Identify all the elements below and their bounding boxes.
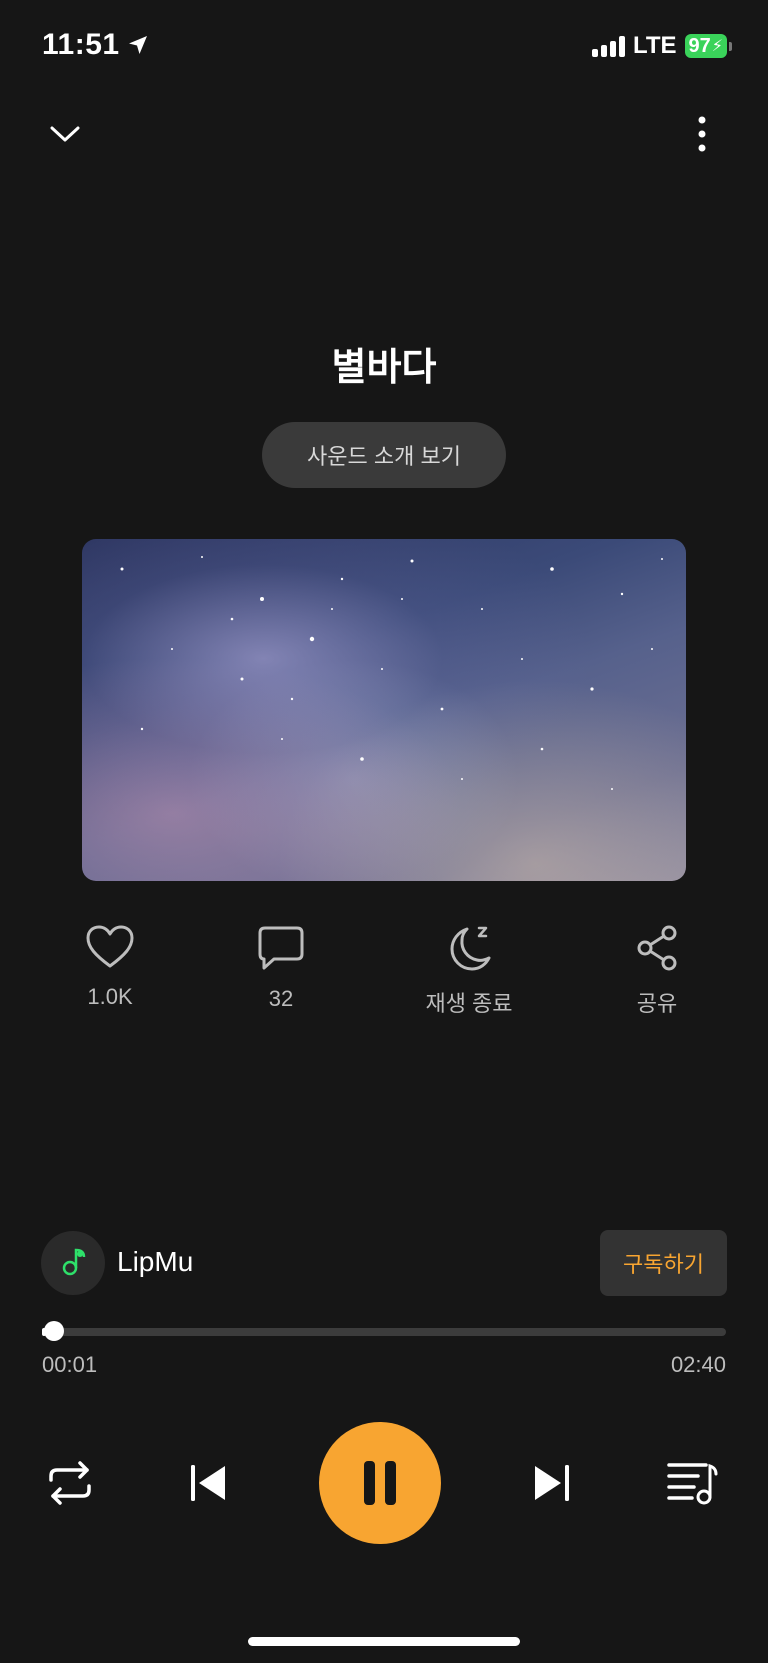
channel-name[interactable]: LipMu [117, 1246, 193, 1278]
status-time-text: 11:51 [42, 28, 120, 61]
share-action[interactable]: 공유 [577, 924, 737, 1018]
progress-knob[interactable] [44, 1321, 65, 1341]
network-type: LTE [632, 32, 677, 59]
more-options-button[interactable] [678, 110, 726, 158]
sleep-timer-icon [450, 926, 491, 971]
sleep-timer-action[interactable]: 재생 종료 [389, 924, 549, 1018]
cellular-signal-icon [591, 35, 625, 57]
progress-track[interactable] [42, 1328, 726, 1336]
status-time: 11:51 [42, 28, 150, 62]
repeat-icon [49, 1461, 91, 1505]
previous-button[interactable] [184, 1460, 232, 1506]
skip-previous-icon [191, 1465, 225, 1501]
heart-icon [86, 925, 134, 968]
like-action[interactable]: 1.0K [30, 924, 190, 1010]
collapse-button[interactable] [41, 110, 89, 158]
battery-icon: 97 ⚡ [684, 34, 732, 58]
starfield [120, 556, 663, 790]
chevron-down-icon [50, 126, 80, 142]
channel-logo-icon [62, 1248, 86, 1276]
battery-level: 97 [688, 34, 711, 57]
track-title: 별바다 [331, 347, 437, 389]
comment-count: 32 [268, 986, 294, 1011]
playlist-icon [667, 1463, 718, 1505]
subscribe-button[interactable]: 구독하기 [600, 1230, 727, 1296]
current-time: 00:01 [42, 1352, 98, 1377]
like-count: 1.0K [87, 984, 133, 1009]
sleep-timer-label: 재생 종료 [425, 991, 513, 1016]
next-button[interactable] [528, 1460, 576, 1506]
share-icon [637, 925, 677, 971]
sound-intro-button[interactable]: 사운드 소개 보기 [262, 422, 506, 488]
repeat-button[interactable] [42, 1458, 98, 1508]
total-time: 02:40 [670, 1352, 726, 1377]
more-vertical-icon [698, 116, 706, 152]
location-arrow-icon [128, 36, 147, 54]
comment-action[interactable]: 32 [201, 924, 361, 1012]
cover-art [82, 539, 686, 881]
comment-icon [258, 926, 304, 970]
pause-button[interactable] [319, 1422, 441, 1544]
home-indicator [248, 1637, 520, 1646]
status-indicators: LTE 97 ⚡ [591, 32, 732, 60]
channel-avatar[interactable] [41, 1231, 105, 1295]
pause-icon [364, 1461, 396, 1505]
skip-next-icon [535, 1465, 569, 1501]
playlist-button[interactable] [664, 1458, 720, 1508]
share-label: 공유 [636, 991, 678, 1016]
